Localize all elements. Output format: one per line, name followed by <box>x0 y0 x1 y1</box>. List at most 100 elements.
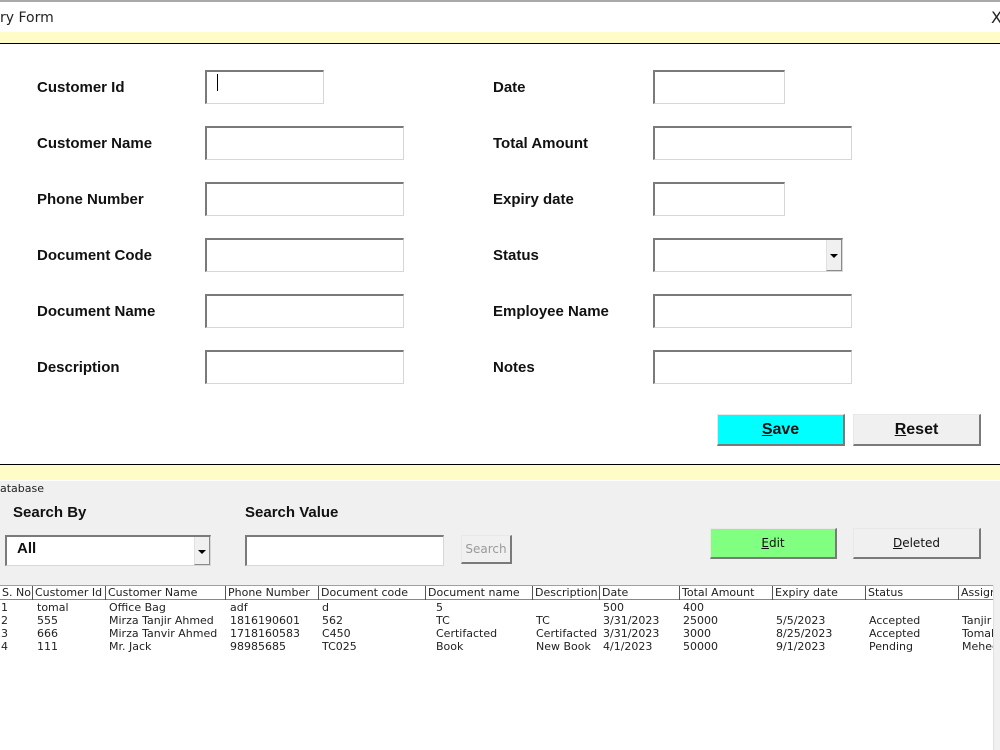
table-cell: Mirza Tanjir Ahmed <box>109 614 214 627</box>
table-cell: 50000 <box>683 640 718 653</box>
table-cell: 666 <box>37 627 58 640</box>
table-row[interactable]: 3 666 Mirza Tanvir Ahmed 1718160583 C450 Cert… <box>0 627 993 640</box>
table-cell: C450 <box>322 627 351 640</box>
customer-id-input[interactable] <box>205 70 324 104</box>
database-band <box>0 464 1000 480</box>
column-header-date[interactable]: Date <box>600 586 680 600</box>
edit-button[interactable]: Edit <box>710 528 837 559</box>
status-label: Status <box>493 247 539 264</box>
table-cell: Mr. Jack <box>109 640 152 653</box>
title-bar: ry Form X <box>0 2 1000 32</box>
table-cell: 8/25/2023 <box>776 627 833 640</box>
table-cell: TC025 <box>322 640 357 653</box>
expiry-date-input[interactable] <box>653 182 785 216</box>
date-label: Date <box>493 79 526 96</box>
table-cell: Tomal <box>962 627 993 640</box>
table-cell: 3/31/2023 <box>603 627 660 640</box>
search-by-label: Search By <box>13 504 87 521</box>
search-by-dropdown[interactable]: All <box>5 535 211 566</box>
notes-input[interactable] <box>653 350 852 384</box>
expiry-date-label: Expiry date <box>493 191 574 208</box>
status-dropdown-button[interactable] <box>826 240 842 271</box>
document-name-input[interactable] <box>205 294 404 328</box>
total-amount-label: Total Amount <box>493 135 588 152</box>
column-header-expiry-date[interactable]: Expiry date <box>773 586 866 600</box>
header-band <box>0 32 1000 44</box>
table-cell: Certifacted <box>436 627 498 640</box>
scrollbar[interactable] <box>993 585 1000 750</box>
date-input[interactable] <box>653 70 785 104</box>
document-code-input[interactable] <box>205 238 404 272</box>
table-cell: 4/1/2023 <box>603 640 653 653</box>
chevron-down-icon <box>830 254 838 258</box>
table-row[interactable]: 4 111 Mr. Jack 98985685 TC025 Book New Book 4/1… <box>0 640 993 653</box>
column-header-assign[interactable]: Assign <box>959 586 993 600</box>
reset-label: eset <box>906 420 939 438</box>
save-accel: S <box>761 420 773 438</box>
delete-accel: D <box>892 536 903 550</box>
table-cell: New Book <box>536 640 591 653</box>
column-header-customer-name[interactable]: Customer Name <box>106 586 226 600</box>
table-cell: 111 <box>37 640 58 653</box>
column-header-status[interactable]: Status <box>866 586 959 600</box>
table-cell: adf <box>230 601 248 614</box>
table-cell: Office Bag <box>109 601 166 614</box>
table-cell: Accepted <box>869 627 921 640</box>
column-header-total-amount[interactable]: Total Amount <box>680 586 773 600</box>
table-cell: 4 <box>1 640 8 653</box>
phone-number-label: Phone Number <box>37 191 144 208</box>
table-cell: Accepted <box>869 614 921 627</box>
customer-name-label: Customer Name <box>37 135 153 152</box>
total-amount-input[interactable] <box>653 126 852 160</box>
table-cell: 555 <box>37 614 58 627</box>
edit-label: dit <box>768 536 785 550</box>
column-header-s-no[interactable]: S. No <box>0 586 33 600</box>
search-value-input[interactable] <box>245 535 444 566</box>
table-cell: 9/1/2023 <box>776 640 826 653</box>
description-label: Description <box>37 359 120 376</box>
table-cell: Mirza Tanvir Ahmed <box>109 627 218 640</box>
table-cell: 3/31/2023 <box>603 614 660 627</box>
status-dropdown[interactable] <box>653 238 843 272</box>
phone-number-input[interactable] <box>205 182 404 216</box>
records-listbox[interactable]: S. No Customer Id Customer Name Phone Numbe… <box>0 585 993 750</box>
table-cell: 98985685 <box>230 640 286 653</box>
description-input[interactable] <box>205 350 404 384</box>
delete-button[interactable]: Deleted <box>853 528 981 559</box>
column-header-description[interactable]: Description <box>533 586 600 600</box>
table-cell: 562 <box>322 614 343 627</box>
save-button[interactable]: Save <box>717 414 845 446</box>
customer-id-label: Customer Id <box>37 79 125 96</box>
table-cell: 1816190601 <box>230 614 300 627</box>
table-cell: Mehec <box>962 640 993 653</box>
table-row[interactable]: 1 tomal Office Bag adf d 5 500 400 <box>0 601 993 614</box>
document-code-label: Document Code <box>37 247 153 264</box>
table-cell: 1718160583 <box>230 627 300 640</box>
table-cell: 5 <box>436 601 443 614</box>
employee-name-input[interactable] <box>653 294 852 328</box>
edit-accel: E <box>761 536 769 550</box>
delete-label: eleted <box>902 536 941 550</box>
search-by-value: All <box>17 540 37 557</box>
chevron-down-icon <box>198 549 206 554</box>
customer-name-input[interactable] <box>205 126 404 160</box>
search-by-dropdown-button[interactable] <box>194 537 210 565</box>
column-header-phone-number[interactable]: Phone Number <box>226 586 319 600</box>
table-cell: 5/5/2023 <box>776 614 826 627</box>
close-icon[interactable]: X <box>991 8 1000 27</box>
window-title: ry Form <box>0 10 54 26</box>
table-cell: 500 <box>603 601 624 614</box>
table-cell: 1 <box>1 601 8 614</box>
column-header-document-name[interactable]: Document name <box>426 586 533 600</box>
reset-button[interactable]: Reset <box>853 414 981 446</box>
search-button[interactable]: Search <box>461 535 512 564</box>
table-cell: 2 <box>1 614 8 627</box>
table-row[interactable]: 2 555 Mirza Tanjir Ahmed 1816190601 562 TC TC 3… <box>0 614 993 627</box>
column-header-document-code[interactable]: Document code <box>319 586 426 600</box>
table-cell: Pending <box>869 640 913 653</box>
table-cell: 3000 <box>683 627 711 640</box>
table-cell: 400 <box>683 601 704 614</box>
database-caption: atabase <box>0 482 45 495</box>
text-caret <box>217 74 218 91</box>
column-header-customer-id[interactable]: Customer Id <box>33 586 106 600</box>
